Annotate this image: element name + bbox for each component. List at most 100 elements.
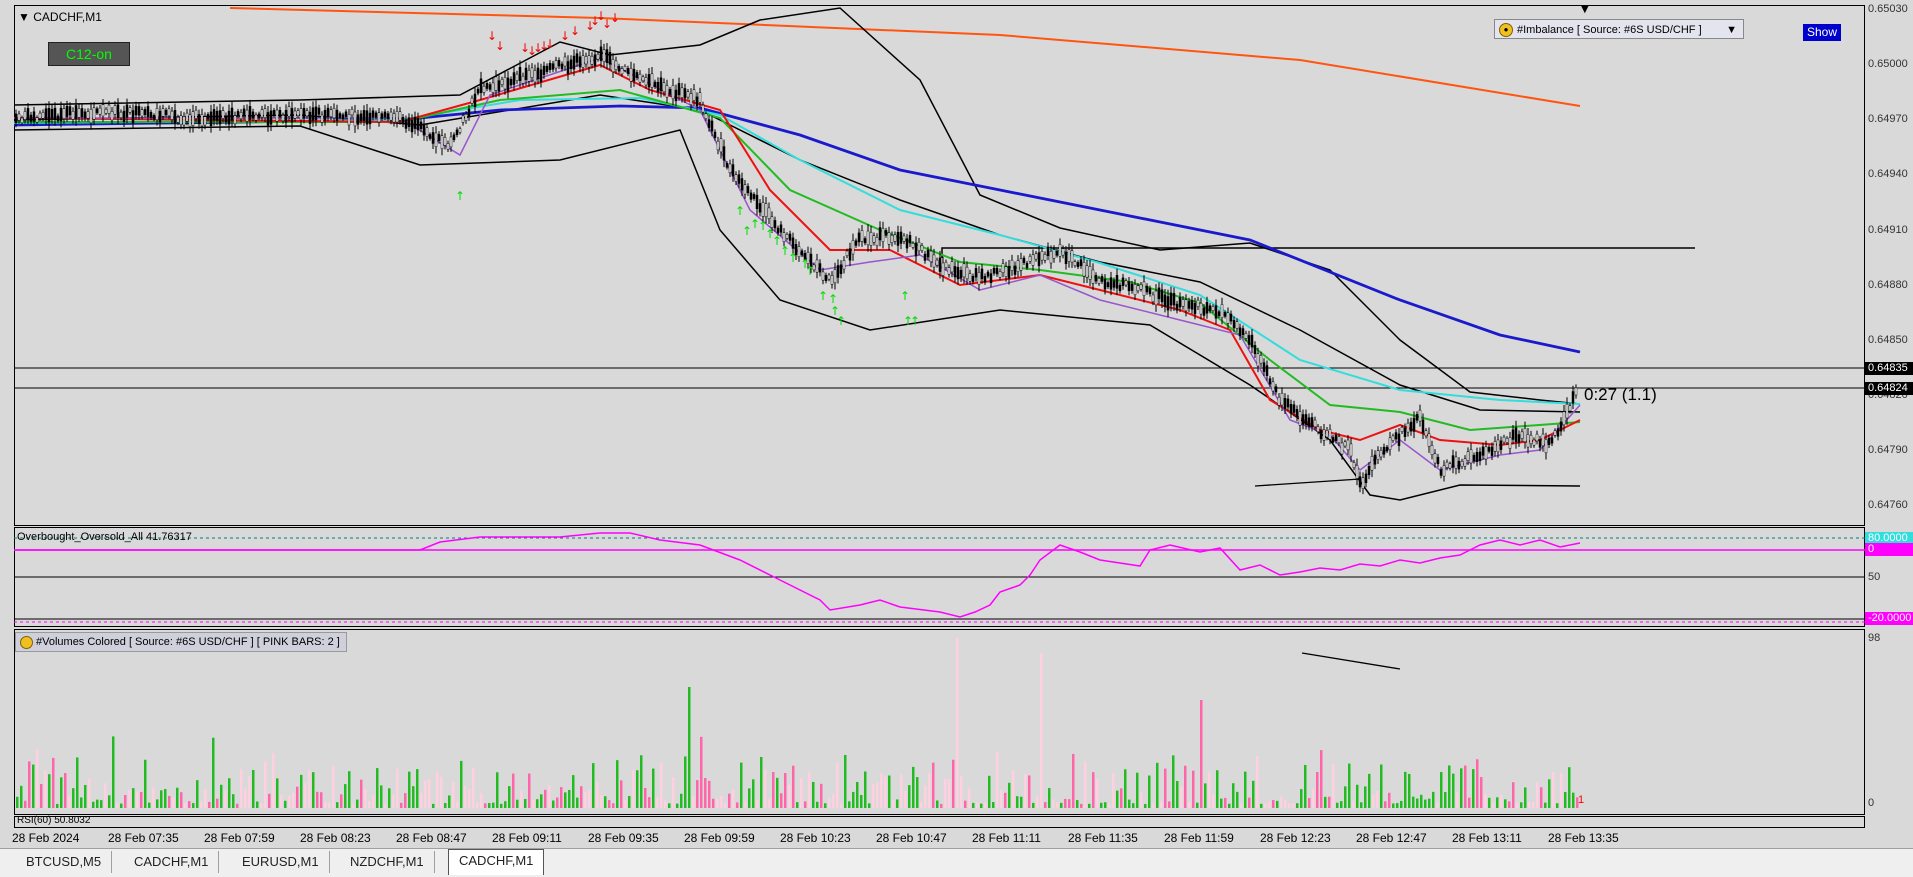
- candle-body: [14, 113, 18, 124]
- volume-bar: [772, 772, 775, 808]
- signal-down-arrow-icon: ↓: [610, 11, 620, 25]
- volume-bar: [1524, 787, 1527, 808]
- candle-body: [650, 73, 654, 88]
- volume-bar: [732, 789, 735, 808]
- volume-bar: [1104, 802, 1107, 808]
- volume-bar: [68, 795, 71, 808]
- volume-bar: [660, 762, 663, 808]
- dropdown-arrow-icon[interactable]: ▼: [1726, 20, 1737, 40]
- volume-bar: [968, 788, 971, 808]
- candle-body: [821, 271, 825, 281]
- volume-bar: [1536, 782, 1539, 808]
- volume-bar: [1228, 803, 1231, 808]
- volume-bar: [1292, 803, 1295, 808]
- candle-body: [332, 107, 336, 119]
- tab-2[interactable]: EURUSD,M1: [232, 851, 330, 873]
- candle-body: [956, 266, 960, 280]
- candle-body: [218, 110, 222, 125]
- candle-body: [614, 60, 618, 70]
- candle-body: [998, 271, 1002, 278]
- volumes-indicator-label[interactable]: #Volumes Colored [ Source: #6S USD/CHF ]…: [15, 632, 347, 652]
- c12-toggle-button[interactable]: C12-on: [48, 42, 130, 66]
- candle-body: [1415, 414, 1419, 421]
- volume-bar: [412, 786, 415, 808]
- candle-body: [932, 254, 936, 268]
- volume-bar: [1568, 767, 1571, 808]
- candle-body: [977, 272, 981, 285]
- candle-body: [884, 230, 888, 236]
- volume-bar: [536, 799, 539, 808]
- candle-body: [1151, 294, 1155, 302]
- candle-body: [1130, 283, 1134, 291]
- volume-bar: [160, 790, 163, 808]
- volume-bar: [1196, 802, 1199, 808]
- candle-body: [962, 263, 966, 278]
- volume-bar: [1212, 794, 1215, 808]
- volume-bar: [1128, 799, 1131, 808]
- time-axis[interactable]: 28 Feb 2024 28 Feb 07:35 28 Feb 07:59 28 Fe…: [12, 829, 1865, 847]
- tab-1[interactable]: CADCHF,M1: [124, 851, 220, 873]
- volume-bar: [1152, 803, 1155, 808]
- volume-bar: [1264, 803, 1267, 808]
- collapse-triangle-icon[interactable]: ▼: [18, 10, 30, 24]
- imbalance-indicator-select[interactable]: ● #Imbalance [ Source: #6S USD/CHF ] ▼: [1494, 19, 1744, 39]
- candle-body: [959, 270, 963, 279]
- volume-bar: [340, 794, 343, 808]
- oscillator-graphics: [14, 532, 1865, 623]
- volume-bar: [56, 803, 59, 808]
- candle-body: [1247, 335, 1251, 345]
- volume-bar: [400, 802, 403, 808]
- volume-bar: [504, 801, 507, 808]
- volume-bar: [764, 769, 767, 808]
- candle-body: [1202, 307, 1206, 316]
- candle-body: [59, 107, 63, 122]
- tab-3[interactable]: NZDCHF,M1: [340, 851, 435, 873]
- volume-bar: [636, 770, 639, 808]
- signal-down-arrow-icon: ↓: [545, 37, 555, 51]
- volume-bar: [264, 761, 267, 808]
- volume-bar: [1472, 769, 1475, 808]
- candle-body: [587, 55, 591, 68]
- candle-body: [38, 112, 42, 119]
- candle-body: [1421, 419, 1425, 433]
- volume-bar: [116, 802, 119, 808]
- volume-bar: [96, 799, 99, 808]
- candle-body: [749, 192, 753, 200]
- candle-body: [1088, 265, 1092, 280]
- volume-bar: [320, 792, 323, 808]
- candle-body: [1124, 280, 1128, 286]
- candle-body: [575, 53, 579, 63]
- candle-body: [1286, 398, 1290, 408]
- candle-body: [926, 249, 930, 258]
- volume-bar: [1348, 763, 1351, 808]
- candle-body: [1508, 437, 1512, 449]
- candle-body: [818, 263, 822, 273]
- candle-body: [1049, 250, 1053, 264]
- candle-body: [167, 108, 171, 117]
- signal-up-arrow-icon: ↑: [900, 289, 910, 303]
- candle-body: [1118, 284, 1122, 291]
- volume-bar: [284, 800, 287, 808]
- candle-body: [1019, 258, 1023, 271]
- candle-body: [497, 80, 501, 92]
- candle-body: [1037, 252, 1041, 267]
- candle-body: [320, 114, 324, 123]
- volume-bar: [1388, 792, 1391, 808]
- candle-body: [1406, 422, 1410, 433]
- chart-symbol-title[interactable]: ▼ CADCHF,M1: [18, 10, 102, 24]
- tab-4[interactable]: CADCHF,M1: [448, 849, 545, 875]
- osc-line: [14, 532, 1581, 618]
- tab-0[interactable]: BTCUSD,M5: [16, 851, 113, 873]
- signal-down-arrow-icon: ↓: [570, 24, 580, 38]
- time-label: 28 Feb 12:47: [1356, 831, 1427, 845]
- volume-bar: [648, 797, 651, 808]
- show-button[interactable]: Show: [1803, 24, 1841, 41]
- candle-body: [86, 111, 90, 119]
- candle-body: [1352, 462, 1356, 468]
- candle-body: [1283, 398, 1287, 409]
- candle-body: [920, 245, 924, 251]
- volume-bar: [964, 800, 967, 808]
- candle-body: [1358, 476, 1362, 488]
- candle-body: [419, 121, 423, 130]
- volume-bar: [32, 764, 35, 808]
